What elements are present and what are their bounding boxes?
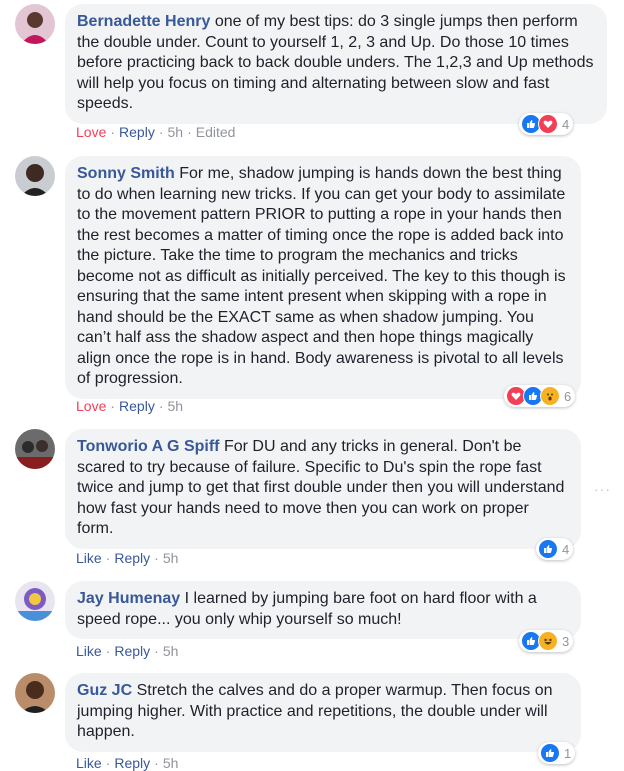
wow-icon bbox=[540, 386, 560, 406]
comment-actions: Like · Reply · 5h bbox=[76, 643, 179, 659]
reaction-count: 4 bbox=[562, 116, 570, 132]
avatar[interactable] bbox=[15, 429, 55, 469]
reaction-count: 6 bbox=[564, 388, 572, 404]
love-button[interactable]: Love bbox=[76, 124, 106, 140]
comment-author[interactable]: Guz JC bbox=[77, 682, 132, 699]
haha-icon bbox=[538, 631, 558, 651]
comment-bubble: Guz JC Stretch the calves and do a prope… bbox=[65, 673, 581, 752]
comment-author[interactable]: Jay Humenay bbox=[77, 590, 180, 607]
avatar[interactable] bbox=[15, 156, 55, 196]
comment-bubble: Sonny Smith For me, shadow jumping is ha… bbox=[65, 156, 581, 399]
comment-actions: Love · Reply · 5h bbox=[76, 398, 184, 414]
comment-actions: Like · Reply · 5h bbox=[76, 550, 179, 566]
reply-button[interactable]: Reply bbox=[114, 643, 150, 659]
edited-label[interactable]: Edited bbox=[196, 124, 236, 140]
comment-actions: Like · Reply · 5h bbox=[76, 755, 179, 771]
timestamp[interactable]: 5h bbox=[163, 643, 179, 659]
reaction-count: 1 bbox=[564, 745, 572, 761]
love-button[interactable]: Love bbox=[76, 398, 106, 414]
like-button[interactable]: Like bbox=[76, 755, 102, 771]
reaction-summary[interactable]: 6 bbox=[504, 385, 576, 407]
reaction-summary[interactable]: 3 bbox=[519, 630, 574, 652]
reaction-count: 4 bbox=[562, 541, 570, 557]
timestamp[interactable]: 5h bbox=[163, 755, 179, 771]
avatar[interactable] bbox=[15, 673, 55, 713]
reaction-summary[interactable]: 4 bbox=[536, 538, 574, 560]
comment-text: For me, shadow jumping is hands down the… bbox=[77, 165, 566, 387]
reaction-count: 3 bbox=[562, 633, 570, 649]
like-icon bbox=[540, 743, 560, 763]
timestamp[interactable]: 5h bbox=[163, 550, 179, 566]
like-button[interactable]: Like bbox=[76, 550, 102, 566]
like-button[interactable]: Like bbox=[76, 643, 102, 659]
comment-author[interactable]: Bernadette Henry bbox=[77, 13, 210, 30]
comment-bubble: Jay Humenay I learned by jumping bare fo… bbox=[65, 581, 581, 639]
reply-button[interactable]: Reply bbox=[114, 550, 150, 566]
more-options-icon[interactable]: ··· bbox=[594, 481, 611, 497]
comment-actions: Love · Reply · 5h · Edited bbox=[76, 124, 236, 140]
reply-button[interactable]: Reply bbox=[119, 124, 155, 140]
timestamp[interactable]: 5h bbox=[168, 124, 184, 140]
reaction-summary[interactable]: 1 bbox=[538, 742, 576, 764]
comment-bubble: Bernadette Henry one of my best tips: do… bbox=[65, 4, 607, 124]
reply-button[interactable]: Reply bbox=[114, 755, 150, 771]
timestamp[interactable]: 5h bbox=[168, 398, 184, 414]
comment-bubble: Tonworio A G Spiff For DU and any tricks… bbox=[65, 429, 581, 549]
comment-author[interactable]: Tonworio A G Spiff bbox=[77, 438, 220, 455]
reply-button[interactable]: Reply bbox=[119, 398, 155, 414]
avatar[interactable] bbox=[15, 4, 55, 44]
like-icon bbox=[538, 539, 558, 559]
comment-text: Stretch the calves and do a proper warmu… bbox=[77, 682, 553, 740]
comment-author[interactable]: Sonny Smith bbox=[77, 165, 175, 182]
avatar[interactable] bbox=[15, 581, 55, 621]
reaction-summary[interactable]: 4 bbox=[519, 113, 574, 135]
love-icon bbox=[538, 114, 558, 134]
